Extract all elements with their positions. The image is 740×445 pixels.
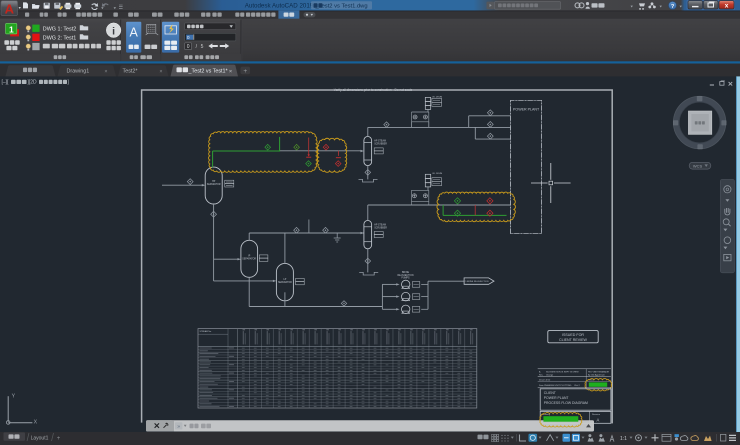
svg-text:Revision: Revision bbox=[592, 414, 601, 416]
svg-text:SUGGESTION IS KEPT IN VIEW: SUGGESTION IS KEPT IN VIEW bbox=[546, 371, 579, 373]
svg-text:A: A bbox=[5, 1, 15, 16]
svg-text:OIL DRUM: OIL DRUM bbox=[432, 96, 442, 98]
svg-text:1: 1 bbox=[9, 24, 14, 34]
svg-text:HP: HP bbox=[212, 181, 216, 183]
svg-text:SCRUBBER: SCRUBBER bbox=[374, 228, 387, 230]
svg-text:Date PHASING UNIT PLOTTING: Date PHASING UNIT PLOTTING bbox=[539, 384, 572, 387]
svg-text:POWER PLANT: POWER PLANT bbox=[513, 108, 540, 112]
svg-text:POWER PLANT: POWER PLANT bbox=[544, 396, 569, 400]
svg-text:ISSUED FOR: ISSUED FOR bbox=[562, 333, 584, 337]
svg-text:OIL DRUM: OIL DRUM bbox=[432, 173, 442, 175]
svg-text:i: i bbox=[112, 25, 115, 37]
svg-text:HP STEAM: HP STEAM bbox=[374, 224, 386, 227]
svg-text:TO BRINE RE-INJECTION: TO BRINE RE-INJECTION bbox=[464, 281, 489, 283]
svg-text:SCRUBBER: SCRUBBER bbox=[374, 144, 387, 146]
svg-text:By Chk Appd Date: By Chk Appd Date bbox=[588, 374, 606, 377]
svg-text:5: 5 bbox=[201, 44, 204, 50]
svg-text:CLIENT REVIEW: CLIENT REVIEW bbox=[559, 338, 587, 342]
svg-text:A: A bbox=[597, 417, 600, 422]
svg-text:×: × bbox=[104, 69, 107, 75]
svg-text:Layout1: Layout1 bbox=[31, 436, 49, 442]
svg-text:Drawn 4/12: Drawn 4/12 bbox=[539, 378, 551, 381]
svg-text:0: 0 bbox=[187, 44, 190, 50]
svg-text:x: x bbox=[725, 2, 729, 9]
svg-text:WCS: WCS bbox=[693, 163, 703, 168]
svg-text:Y: Y bbox=[12, 393, 16, 399]
svg-text:A: A bbox=[130, 26, 139, 40]
svg-text:RE-INJECTION: RE-INJECTION bbox=[397, 275, 413, 277]
svg-text:X: X bbox=[34, 420, 38, 426]
svg-text:HP STEAM: HP STEAM bbox=[374, 140, 386, 143]
svg-text:Chk 2: Chk 2 bbox=[574, 385, 580, 387]
svg-text:HOV UMI TIM ANADIR: HOV UMI TIM ANADIR bbox=[588, 370, 610, 373]
svg-text:LP: LP bbox=[283, 279, 286, 281]
svg-text:+: + bbox=[57, 436, 61, 442]
svg-text:BRINE: BRINE bbox=[402, 272, 409, 274]
svg-text:][2D: ][2D bbox=[28, 80, 38, 86]
svg-text:×: × bbox=[229, 69, 232, 75]
svg-text:»: » bbox=[177, 424, 180, 430]
svg-text:Test2*: Test2* bbox=[123, 69, 139, 75]
svg-text:SEPARATOR: SEPARATOR bbox=[242, 257, 256, 260]
svg-text:[–][: [–][ bbox=[2, 80, 10, 86]
svg-text:Drawing1: Drawing1 bbox=[67, 69, 90, 75]
svg-text:1:1: 1:1 bbox=[620, 436, 627, 442]
svg-text:PUMPS: PUMPS bbox=[401, 278, 410, 280]
svg-text:×: × bbox=[159, 69, 162, 75]
svg-text:SEPARATOR: SEPARATOR bbox=[207, 183, 221, 186]
svg-text:Autodesk AutoCAD 2019: Autodesk AutoCAD 2019 bbox=[245, 3, 314, 10]
svg-text:DWG 2: Test1: DWG 2: Test1 bbox=[43, 36, 76, 42]
svg-text:0: 0 bbox=[187, 35, 190, 41]
svg-text:Verify all dimensions prior to: Verify all dimensions prior to construct… bbox=[334, 88, 413, 92]
svg-text:PROCESS FLOW DIAGRAM: PROCESS FLOW DIAGRAM bbox=[544, 401, 588, 405]
svg-text:_Test2 vs Test1*: _Test2 vs Test1* bbox=[188, 69, 229, 75]
svg-text:CLIENT: CLIENT bbox=[544, 391, 556, 395]
svg-text:DWG 1: Test2: DWG 1: Test2 bbox=[43, 26, 76, 32]
svg-text:+: + bbox=[243, 68, 247, 75]
svg-text:STREAM No.: STREAM No. bbox=[200, 330, 212, 333]
svg-text:SEPARATOR: SEPARATOR bbox=[278, 281, 292, 284]
